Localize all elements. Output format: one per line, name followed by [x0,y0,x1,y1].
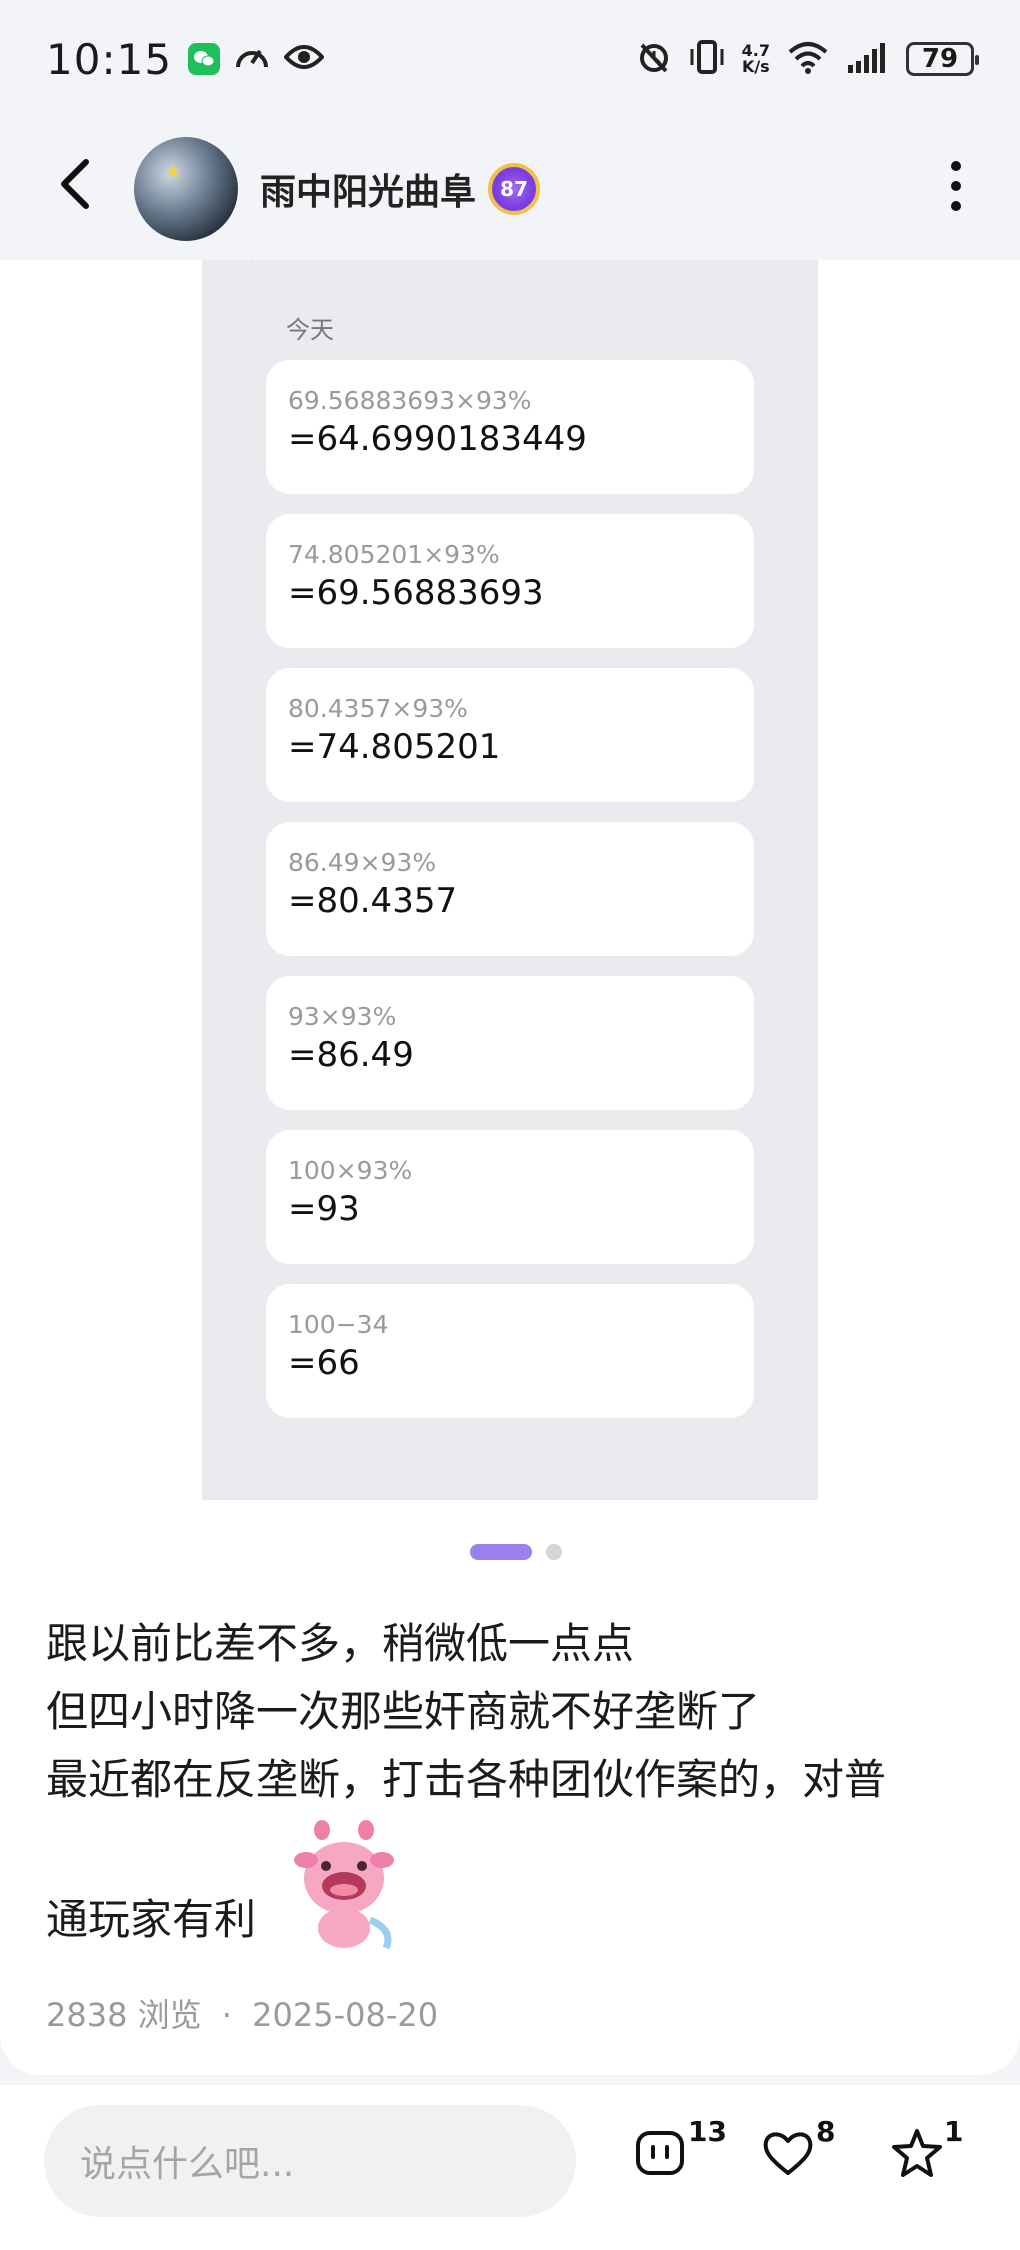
post-meta: 2838 浏览 · 2025-08-20 [46,1990,438,2036]
level-badge: 87 [488,163,541,215]
record-result: =74.805201 [288,727,501,767]
record-expression: 100−34 [288,1310,389,1339]
image-pager[interactable] [470,1544,562,1560]
post-line: 通玩家有利 [46,1895,257,1944]
pager-dot[interactable] [546,1544,562,1560]
history-record: 74.805201×93% =69.56883693 [266,514,754,648]
history-record: 80.4357×93% =74.805201 [266,668,754,802]
axolotl-sticker-icon [286,1820,402,1952]
record-expression: 80.4357×93% [288,694,468,723]
history-record: 93×93% =86.49 [266,976,754,1110]
like-count: 8 [816,2115,836,2148]
status-left-icons [188,41,325,77]
vibrate-icon [688,39,726,79]
back-icon[interactable] [56,156,116,222]
comment-input[interactable]: 说点什么吧... [44,2105,576,2217]
record-expression: 100×93% [288,1156,413,1185]
history-record: 69.56883693×93% =64.6990183449 [266,360,754,494]
history-record: 100−34 =66 [266,1284,754,1418]
history-record: 100×93% =93 [266,1130,754,1264]
record-expression: 69.56883693×93% [288,386,532,415]
comment-icon [634,2131,686,2183]
more-icon[interactable] [948,160,964,219]
post-line: 但四小时降一次那些奸商就不好垄断了 [46,1687,761,1736]
battery-icon: 79 [906,42,979,76]
wechat-icon [188,43,221,75]
username[interactable]: 雨中阳光曲阜 [260,163,476,215]
avatar[interactable] [134,137,238,241]
record-result: =80.4357 [288,881,458,921]
record-expression: 86.49×93% [288,848,437,877]
history-record: 86.49×93% =80.4357 [266,822,754,956]
net-speed: 4.7 K/s [742,43,770,75]
chat-header: 雨中阳光曲阜 87 [0,118,1020,260]
comment-count: 13 [688,2115,727,2148]
battery-level: 79 [921,44,959,74]
record-result: =66 [288,1343,360,1383]
wifi-icon [786,40,830,78]
eye-icon [283,43,325,75]
pager-dot-active[interactable] [470,1544,532,1560]
record-result: =86.49 [288,1035,414,1075]
signal-icon [846,41,890,77]
post-date: 2025-08-20 [252,1996,439,2034]
favorite-button[interactable]: 1 [890,2115,963,2197]
star-icon [890,2129,944,2183]
status-bar: 10:15 4.7 K/s 79 [0,0,1020,118]
view-count: 2838 浏览 [46,1996,202,2034]
speed-icon [234,41,270,77]
record-expression: 93×93% [288,1002,397,1031]
record-result: =64.6990183449 [288,419,587,459]
record-result: =69.56883693 [288,573,544,613]
like-button[interactable]: 8 [762,2115,835,2197]
record-expression: 74.805201×93% [288,540,500,569]
history-section-label: 今天 [286,316,334,344]
heart-icon [762,2132,814,2183]
status-right-icons: 4.7 K/s 79 [636,39,979,79]
comment-button[interactable]: 13 [634,2115,727,2197]
status-time: 10:15 [46,34,173,84]
favorite-count: 1 [944,2115,964,2148]
post-line: 最近都在反垄断，打击各种团伙作案的，对普 [46,1755,887,1804]
net-speed-unit: K/s [741,57,770,76]
alarm-icon [636,39,672,79]
bottom-action-bar: 说点什么吧... 13 8 1 [0,2085,1020,2250]
post-image[interactable]: ‹ 今天 69.56883693×93% =64.6990183449 74.8… [202,260,818,1500]
post-text: 跟以前比差不多，稍微低一点点 但四小时降一次那些奸商就不好垄断了 最近都在反垄断… [46,1610,976,1954]
meta-separator: · [221,1996,232,2034]
cut-off-title-icon: ‹ [242,260,256,272]
post-content: ‹ 今天 69.56883693×93% =64.6990183449 74.8… [0,260,1020,2075]
comment-placeholder: 说点什么吧... [80,2144,295,2185]
record-result: =93 [288,1189,360,1229]
post-line: 跟以前比差不多，稍微低一点点 [46,1619,635,1668]
